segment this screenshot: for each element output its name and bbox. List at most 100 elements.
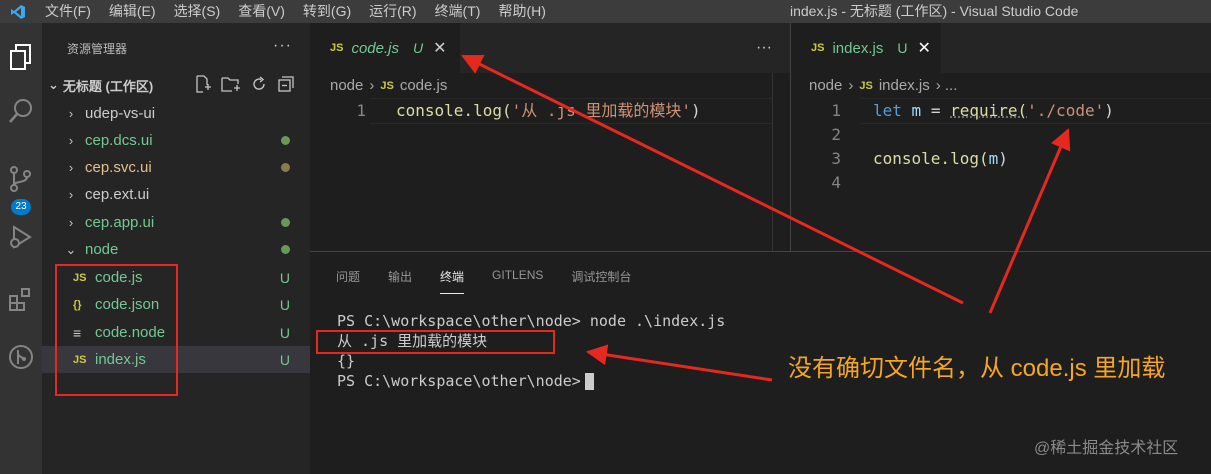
folder-row[interactable]: ⌄ node bbox=[42, 236, 310, 263]
workspace-name: 无标题 (工作区) bbox=[62, 78, 154, 94]
code-token: ) bbox=[998, 149, 1008, 168]
explorer-actions bbox=[194, 73, 295, 97]
breadcrumb: node › JS code.js bbox=[330, 77, 447, 94]
menu-selection[interactable]: 选择(S) bbox=[165, 0, 230, 23]
code-token: = bbox=[921, 101, 951, 120]
code-token: ) bbox=[691, 101, 701, 120]
chevron-right-icon: › bbox=[68, 187, 74, 202]
workspace-header[interactable]: ⌄ 无标题 (工作区) bbox=[42, 73, 310, 97]
folder-name: cep.svc.ui bbox=[85, 159, 152, 176]
chevron-right-icon: › bbox=[68, 133, 74, 148]
tab-label: index.js bbox=[832, 39, 884, 57]
code-token: require( bbox=[950, 101, 1028, 120]
js-file-icon: JS bbox=[859, 79, 873, 92]
menu-run[interactable]: 运行(R) bbox=[360, 0, 425, 23]
code-token: console.log( bbox=[873, 149, 989, 168]
menu-terminal[interactable]: 终端(T) bbox=[426, 0, 490, 23]
highlight-box-files bbox=[55, 264, 178, 396]
explorer-icon[interactable] bbox=[0, 33, 42, 81]
close-icon[interactable]: ✕ bbox=[917, 38, 930, 58]
untracked-badge: U bbox=[897, 40, 908, 56]
folder-name: udep-vs-ui bbox=[85, 105, 156, 122]
run-debug-icon[interactable] bbox=[0, 213, 42, 261]
code-token: m bbox=[911, 101, 922, 120]
menu-file[interactable]: 文件(F) bbox=[36, 0, 100, 23]
watermark: @稀土掘金技术社区 bbox=[1034, 440, 1179, 457]
terminal-cursor bbox=[584, 373, 594, 390]
title-bar: 文件(F) 编辑(E) 选择(S) 查看(V) 转到(G) 运行(R) 终端(T… bbox=[0, 0, 1211, 23]
close-icon[interactable]: ✕ bbox=[433, 38, 446, 58]
terminal-line: PS C:\workspace\other\node> bbox=[337, 372, 581, 390]
chevron-down-icon: ⌄ bbox=[48, 77, 59, 92]
highlight-box-output bbox=[316, 330, 555, 354]
tab-label: code.js bbox=[351, 39, 399, 57]
editor-more-button[interactable]: ··· bbox=[756, 39, 772, 57]
activity-bar: 23 bbox=[0, 23, 42, 474]
breadcrumb-folder[interactable]: node bbox=[330, 77, 363, 94]
terminal-line: {} bbox=[337, 352, 356, 370]
breadcrumb-file[interactable]: code.js bbox=[400, 77, 448, 94]
extensions-icon[interactable] bbox=[0, 275, 42, 323]
vscode-logo-icon bbox=[0, 0, 36, 23]
menu-view[interactable]: 查看(V) bbox=[229, 0, 294, 23]
tab-code-js[interactable]: JS code.js U ✕ bbox=[310, 23, 460, 73]
breadcrumb-folder[interactable]: node bbox=[809, 77, 842, 94]
menu-go[interactable]: 转到(G) bbox=[294, 0, 360, 23]
chevron-right-icon: › bbox=[68, 215, 74, 230]
breadcrumb-file[interactable]: index.js bbox=[879, 77, 930, 94]
tab-bar: JS index.js U ✕ bbox=[791, 23, 1211, 73]
source-control-icon[interactable] bbox=[0, 155, 42, 203]
code-token: './code' bbox=[1027, 101, 1105, 120]
code-line[interactable]: let m = require('./code') bbox=[873, 99, 1114, 123]
code-token: ) bbox=[1104, 101, 1114, 120]
breadcrumb-more[interactable]: › ... bbox=[936, 77, 958, 94]
explorer-title: 资源管理器 bbox=[67, 41, 128, 56]
tab-bar: JS code.js U ✕ ··· bbox=[310, 23, 790, 73]
new-folder-icon[interactable] bbox=[221, 75, 241, 96]
editor-group-right: JS index.js U ✕ node › JS index.js › ...… bbox=[790, 23, 1211, 251]
folder-row[interactable]: › cep.svc.ui bbox=[42, 154, 310, 181]
folder-name: node bbox=[85, 241, 119, 258]
tab-index-js[interactable]: JS index.js U ✕ bbox=[791, 23, 941, 73]
scrollbar-track[interactable] bbox=[772, 73, 773, 251]
folder-row[interactable]: › cep.ext.ui bbox=[42, 181, 310, 208]
untracked-badge: U bbox=[413, 40, 424, 56]
untracked-badge: U bbox=[279, 269, 290, 286]
menu-help[interactable]: 帮助(H) bbox=[489, 0, 554, 23]
explorer-more-button[interactable]: ··· bbox=[273, 37, 292, 55]
chevron-right-icon: › bbox=[68, 160, 74, 175]
search-icon[interactable] bbox=[0, 87, 42, 135]
breadcrumb: node › JS index.js › ... bbox=[809, 77, 957, 94]
code-token: console.log( bbox=[396, 101, 512, 120]
terminal-prompt[interactable]: PS C:\workspace\other\node> bbox=[337, 371, 594, 391]
tab-problems[interactable]: 问题 bbox=[336, 268, 360, 294]
gitlens-icon[interactable] bbox=[0, 333, 42, 381]
menu-edit[interactable]: 编辑(E) bbox=[100, 0, 165, 23]
folder-row[interactable]: › cep.app.ui bbox=[42, 209, 310, 236]
code-line[interactable]: console.log(m) bbox=[873, 147, 1008, 171]
git-status-dot bbox=[281, 218, 290, 227]
folder-row[interactable]: › cep.dcs.ui bbox=[42, 127, 310, 154]
folder-name: cep.dcs.ui bbox=[85, 132, 153, 149]
code-token: let bbox=[873, 101, 902, 120]
js-file-icon: JS bbox=[330, 42, 344, 54]
editor-group-left: JS code.js U ✕ ··· node › JS code.js 1 c… bbox=[310, 23, 790, 251]
collapse-all-icon[interactable] bbox=[277, 75, 295, 96]
line-number: 1 bbox=[831, 101, 841, 120]
folder-row[interactable]: › udep-vs-ui bbox=[42, 100, 310, 127]
tab-terminal[interactable]: 终端 bbox=[440, 268, 465, 294]
new-file-icon[interactable] bbox=[194, 74, 212, 96]
tab-output[interactable]: 输出 bbox=[388, 268, 412, 294]
panel-tabs: 问题 输出 终端 GITLENS 调试控制台 bbox=[336, 268, 631, 294]
chevron-right-icon: › bbox=[369, 77, 375, 94]
explorer-sidebar: 资源管理器 ··· ⌄ 无标题 (工作区) › udep-vs-ui › cep… bbox=[42, 23, 310, 474]
refresh-icon[interactable] bbox=[250, 75, 268, 96]
chevron-down-icon: ⌄ bbox=[65, 241, 77, 257]
tab-debug-console[interactable]: 调试控制台 bbox=[571, 268, 631, 294]
chevron-right-icon: › bbox=[68, 106, 74, 121]
menu-bar: 文件(F) 编辑(E) 选择(S) 查看(V) 转到(G) 运行(R) 终端(T… bbox=[36, 0, 555, 23]
line-number: 1 bbox=[356, 101, 366, 120]
line-number: 2 bbox=[831, 125, 841, 144]
code-line[interactable]: console.log('从 .js 里加载的模块') bbox=[396, 99, 701, 123]
tab-gitlens[interactable]: GITLENS bbox=[492, 268, 543, 294]
